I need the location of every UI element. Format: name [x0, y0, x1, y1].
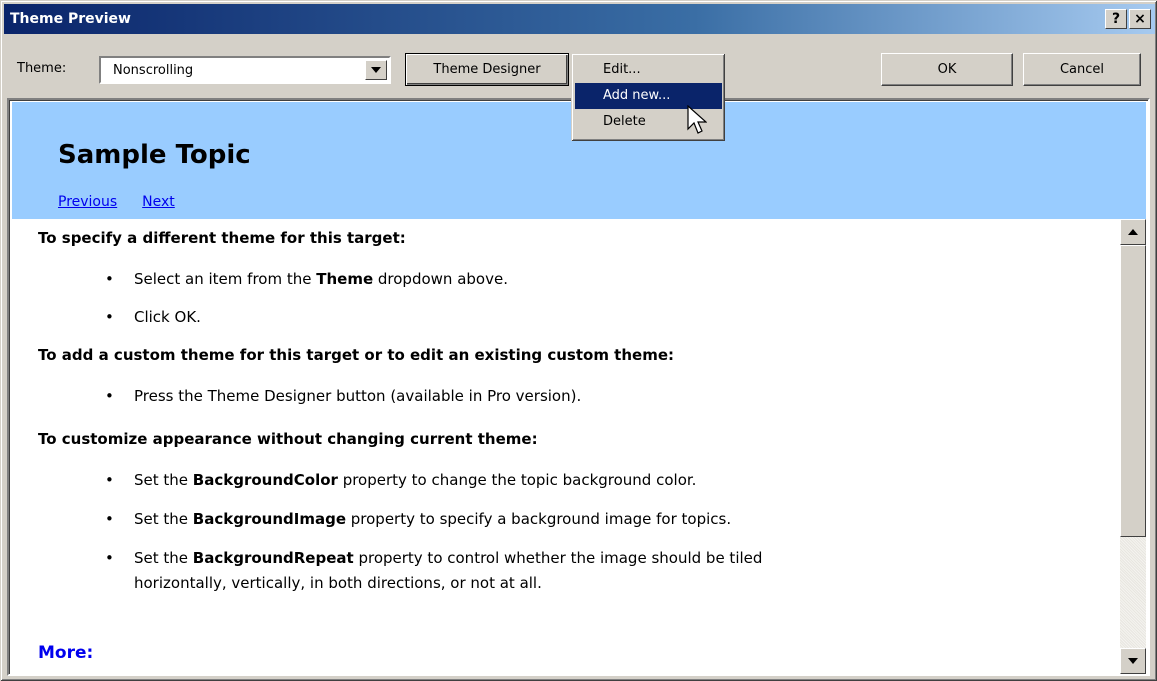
scroll-thumb[interactable]: [1120, 245, 1146, 537]
more-link[interactable]: More:: [38, 643, 93, 663]
list-text: Set the: [134, 510, 193, 528]
list-item-continuation: horizontally, vertically, in both direct…: [134, 574, 542, 592]
theme-dropdown[interactable]: Nonscrolling: [99, 56, 391, 84]
theme-dropdown-value: Nonscrolling: [113, 63, 194, 78]
topic-title: Sample Topic: [58, 140, 251, 170]
list-item: Click OK.: [105, 308, 201, 326]
title-bar[interactable]: Theme Preview ? ×: [4, 4, 1155, 34]
scroll-up-button[interactable]: [1120, 219, 1146, 245]
theme-preview-window: Theme Preview ? × Theme: Nonscrolling Th…: [0, 0, 1157, 681]
topic-preview-pane: Sample Topic Previous Next To specify a d…: [7, 98, 1150, 676]
list-item: Set the BackgroundRepeat property to con…: [105, 549, 763, 567]
cancel-button[interactable]: Cancel: [1023, 53, 1141, 86]
list-text: property to control whether the image sh…: [353, 549, 763, 567]
chevron-down-icon[interactable]: [365, 60, 387, 80]
ok-button[interactable]: OK: [881, 53, 1013, 86]
scroll-down-button[interactable]: [1120, 648, 1146, 674]
window-title: Theme Preview: [10, 11, 131, 27]
list-text-bold: BackgroundColor: [192, 471, 338, 489]
arrow-pointer-icon: [687, 105, 707, 134]
menu-item-edit[interactable]: Edit...: [575, 57, 722, 83]
list-text: property to change the topic background …: [337, 471, 697, 489]
list-item: Set the BackgroundColor property to chan…: [105, 471, 697, 489]
list-text: Select an item from the: [134, 270, 317, 288]
list-text-bold: BackgroundRepeat: [192, 549, 354, 567]
close-button[interactable]: ×: [1129, 9, 1151, 29]
next-link[interactable]: Next: [142, 194, 175, 210]
theme-designer-button[interactable]: Theme Designer: [405, 53, 569, 86]
section-heading-1: To specify a different theme for this ta…: [38, 229, 406, 247]
list-item: Press the Theme Designer button (availab…: [105, 387, 581, 405]
list-text: property to specify a background image f…: [346, 510, 732, 528]
vertical-scrollbar[interactable]: [1120, 219, 1146, 674]
list-item: Select an item from the Theme dropdown a…: [105, 270, 508, 288]
list-text: Set the: [134, 549, 193, 567]
list-text-bold: Theme: [316, 270, 374, 288]
topic-nav: Previous Next: [58, 194, 200, 210]
theme-label: Theme:: [17, 61, 67, 76]
list-item: Set the BackgroundImage property to spec…: [105, 510, 732, 528]
previous-link[interactable]: Previous: [58, 194, 117, 210]
list-text: Set the: [134, 471, 193, 489]
topic-body: To specify a different theme for this ta…: [12, 219, 1120, 674]
triangle-up-icon: [1128, 229, 1138, 235]
section-heading-2: To add a custom theme for this target or…: [38, 346, 674, 364]
help-button[interactable]: ?: [1105, 9, 1127, 29]
triangle-down-icon: [1128, 658, 1138, 664]
section-heading-3: To customize appearance without changing…: [38, 430, 538, 448]
list-text: dropdown above.: [373, 270, 508, 288]
list-text-bold: BackgroundImage: [192, 510, 346, 528]
